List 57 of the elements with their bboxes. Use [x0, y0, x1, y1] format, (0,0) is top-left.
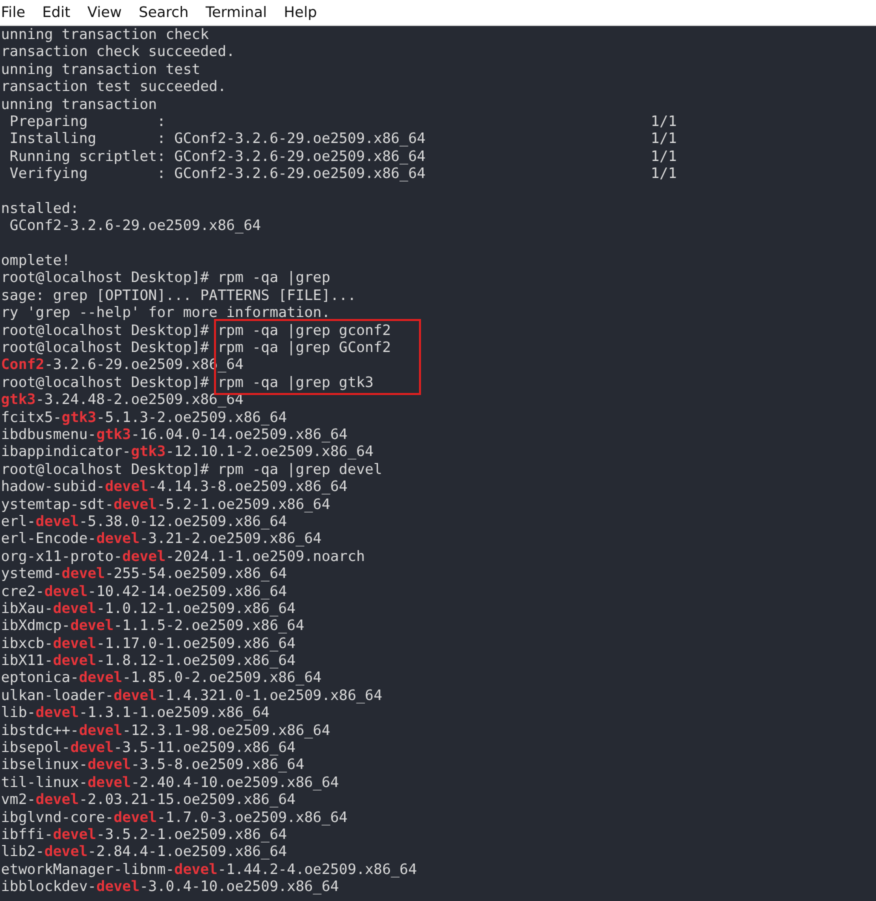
terminal-line: Installing : GConf2-3.2.6-29.oe2509.x86_64 — [8, 131, 427, 149]
terminal-line: ibdbusmenu-gtk3-16.04.0-14.oe2509.x86_64 — [1, 426, 348, 444]
terminal-line: root@localhost Desktop]# rpm -qa |grep gconf2 — [1, 322, 391, 340]
menu-item[interactable]: Edit — [42, 4, 80, 20]
terminal-line: root@localhost Desktop]# rpm -qa |grep GConf2 — [1, 340, 391, 358]
terminal-line: etworkManager-libnm-devel-1.44.2-4.oe2509.x86_64 — [1, 862, 417, 880]
terminal-line: nstalled: — [1, 200, 79, 218]
terminal-line: omplete! — [1, 253, 70, 270]
progress-count: 1/1 — [650, 148, 677, 166]
terminal-line: GConf2-3.2.6-29.oe2509.x86_64 — [8, 218, 261, 236]
terminal-line: ibappindicator-gtk3-12.10.1-2.oe2509.x86_64 — [1, 444, 374, 462]
terminal-line: ibxcb-devel-1.17.0-1.oe2509.x86_64 — [1, 636, 296, 654]
terminal-line: cre2-devel-10.42-14.oe2509.x86_64 — [1, 584, 287, 601]
terminal-line: ibXau-devel-1.0.12-1.oe2509.x86_64 — [1, 600, 296, 618]
terminal-line: eptonica-devel-1.85.0-2.oe2509.x86_64 — [1, 670, 322, 688]
terminal-line: root@localhost Desktop]# rpm -qa |grep — [1, 270, 330, 288]
terminal-line: lib-devel-1.3.1-1.oe2509.x86_64 — [1, 705, 270, 723]
menu-item[interactable]: File — [0, 4, 34, 20]
terminal-line: ibglvnd-core-devel-1.7.0-3.oe2509.x86_64 — [1, 810, 348, 827]
terminal-line: lib2-devel-2.84.4-1.oe2509.x86_64 — [1, 844, 287, 862]
terminal-line: erl-devel-5.38.0-12.oe2509.x86_64 — [1, 514, 287, 532]
menu-item[interactable]: Terminal — [206, 4, 276, 20]
terminal-line: Running scriptlet: GConf2-3.2.6-29.oe2509.x86_64 — [8, 148, 427, 166]
progress-count: 1/1 — [650, 131, 677, 149]
terminal-line: ibselinux-devel-3.5-8.oe2509.x86_64 — [1, 757, 304, 775]
terminal-line: unning transaction — [1, 96, 157, 114]
menu-item[interactable]: View — [87, 4, 131, 20]
terminal-line: Preparing : — [8, 114, 167, 132]
terminal-line: til-linux-devel-2.40.4-10.oe2509.x86_64 — [1, 774, 339, 792]
terminal-line: ibXdmcp-devel-1.1.5-2.oe2509.x86_64 — [1, 618, 304, 636]
terminal-line: sage: grep [OPTION]... PATTERNS [FILE]... — [1, 288, 356, 306]
terminal-line: ystemd-devel-255-54.oe2509.x86_64 — [1, 566, 287, 584]
progress-count: 1/1 — [650, 166, 677, 184]
terminal-line: erl-Encode-devel-3.21-2.oe2509.x86_64 — [1, 531, 322, 549]
terminal-line: ibX11-devel-1.8.12-1.oe2509.x86_64 — [1, 653, 296, 670]
terminal-line: ibffi-devel-3.5.2-1.oe2509.x86_64 — [1, 826, 287, 844]
terminal-line: root@localhost Desktop]# rpm -qa |grep gtk3 — [1, 374, 374, 392]
progress-count: 1/1 — [650, 114, 677, 132]
terminal-line: hadow-subid-devel-4.14.3-8.oe2509.x86_64 — [1, 479, 348, 497]
terminal-line: unning transaction check — [1, 27, 209, 44]
terminal-line: ry 'grep --help' for more information. — [1, 305, 330, 323]
terminal-line: root@localhost Desktop]# rpm -qa |grep devel — [1, 462, 382, 480]
terminal-line: ulkan-loader-devel-1.4.321.0-1.oe2509.x86_64 — [1, 688, 382, 706]
terminal-line: ystemtap-sdt-devel-5.2-1.oe2509.x86_64 — [1, 496, 330, 514]
terminal-line: unning transaction test — [1, 62, 200, 80]
menu-item[interactable]: Search — [138, 4, 198, 20]
terminal-line: org-x11-proto-devel-2024.1-1.oe2509.noarch — [1, 548, 365, 566]
terminal-line: fcitx5-gtk3-5.1.3-2.oe2509.x86_64 — [1, 410, 287, 427]
menu-item[interactable]: Help — [284, 4, 326, 20]
terminal-line: ransaction test succeeded. — [1, 79, 226, 97]
terminal-line: vm2-devel-2.03.21-15.oe2509.x86_64 — [1, 792, 296, 810]
terminal-line: gtk3-3.24.48-2.oe2509.x86_64 — [1, 392, 244, 410]
terminal-line: ibsepol-devel-3.5-11.oe2509.x86_64 — [1, 740, 296, 758]
terminal-line: ransaction check succeeded. — [1, 44, 235, 62]
terminal-line: Verifying : GConf2-3.2.6-29.oe2509.x86_64 — [8, 166, 427, 184]
terminal-line: ibblockdev-devel-3.0.4-10.oe2509.x86_64 — [1, 879, 339, 897]
terminal-line: ibstdc++-devel-12.3.1-98.oe2509.x86_64 — [1, 722, 330, 740]
